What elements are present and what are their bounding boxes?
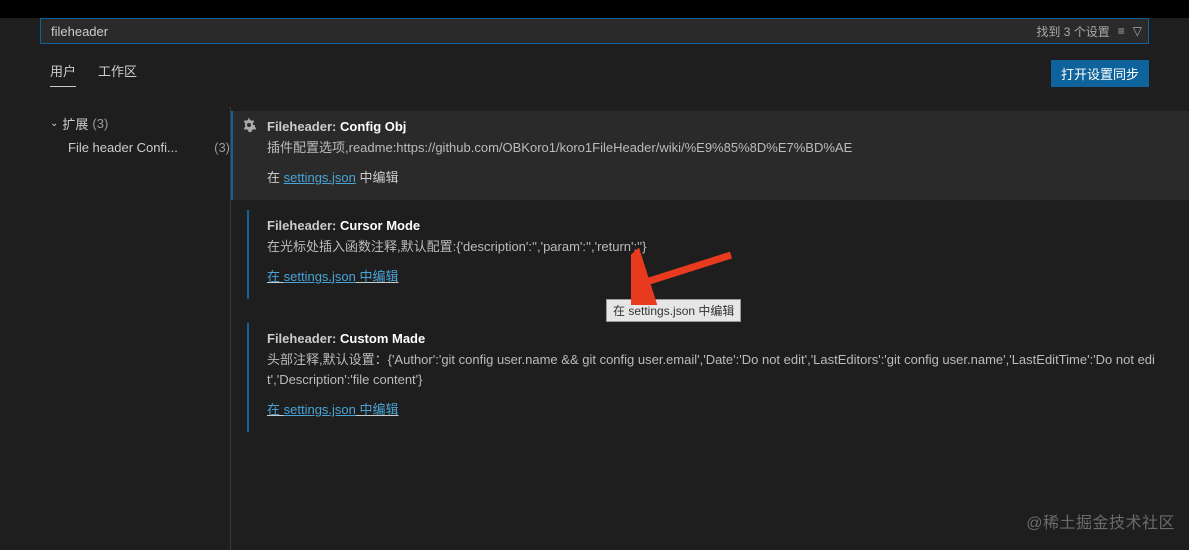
search-bar: 找到 3 个设置 ≡ ▽: [40, 18, 1149, 44]
edit-in-settings-link[interactable]: 在 settings.json 中编辑: [267, 167, 1169, 186]
tooltip: 在 settings.json 中编辑: [606, 299, 741, 322]
filter-icon[interactable]: ≡: [1118, 24, 1125, 38]
gear-icon[interactable]: [241, 117, 257, 136]
sync-settings-button[interactable]: 打开设置同步: [1051, 60, 1149, 87]
settings-sidebar: ⌄ 扩展 (3) File header Confi... (3): [0, 107, 230, 550]
setting-item: Fileheader: Cursor Mode 在光标处插入函数注释,默认配置:{…: [247, 210, 1189, 299]
chevron-down-icon: ⌄: [50, 118, 58, 129]
setting-description: 头部注释,默认设置：{'Author':'git config user.nam…: [267, 350, 1169, 392]
setting-title: Fileheader: Custom Made: [267, 331, 1169, 346]
search-input[interactable]: [41, 24, 1036, 39]
sidebar-group-label: 扩展: [62, 114, 88, 133]
setting-item: Fileheader: Custom Made 头部注释,默认设置：{'Autho…: [247, 323, 1189, 433]
watermark: @稀土掘金技术社区: [1026, 509, 1175, 533]
sidebar-item-count: (3): [214, 140, 230, 155]
setting-title: Fileheader: Config Obj: [267, 119, 1169, 134]
tab-workspace[interactable]: 工作区: [98, 61, 137, 87]
results-count: 找到 3 个设置: [1036, 23, 1109, 40]
sidebar-item-label: File header Confi...: [68, 140, 178, 155]
sidebar-group-count: (3): [92, 116, 108, 131]
sidebar-item-fileheader[interactable]: File header Confi... (3): [50, 136, 230, 159]
edit-in-settings-link[interactable]: 在 settings.json 中编辑: [267, 399, 1169, 418]
setting-title: Fileheader: Cursor Mode: [267, 218, 1169, 233]
sidebar-group-extensions[interactable]: ⌄ 扩展 (3): [50, 111, 230, 136]
setting-description: 插件配置选项,readme:https://github.com/OBKoro1…: [267, 138, 1169, 159]
settings-main: Fileheader: Config Obj 插件配置选项,readme:http…: [230, 107, 1189, 550]
tab-user[interactable]: 用户: [50, 61, 76, 87]
setting-description: 在光标处插入函数注释,默认配置:{'description':'','param…: [267, 237, 1169, 258]
clear-icon[interactable]: ▽: [1133, 24, 1142, 38]
setting-item: Fileheader: Config Obj 插件配置选项,readme:http…: [231, 111, 1189, 200]
edit-in-settings-link[interactable]: 在 settings.json 中编辑: [267, 266, 1169, 285]
